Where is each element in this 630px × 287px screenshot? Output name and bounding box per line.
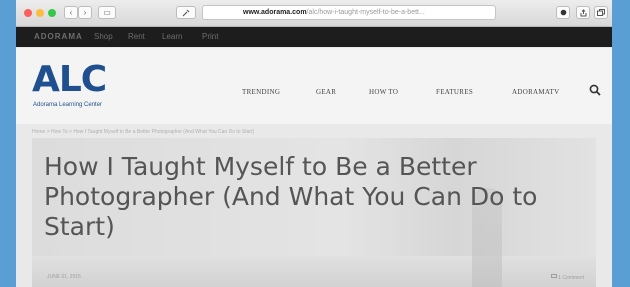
nav-gear[interactable]: GEAR (316, 88, 336, 96)
extensions-button[interactable] (176, 6, 196, 19)
tabs-icon (597, 9, 605, 16)
share-icon (580, 9, 586, 17)
sidebar-toggle-button[interactable]: ▭ (98, 6, 116, 19)
share-button[interactable] (576, 6, 590, 19)
privacy-icon (560, 9, 566, 16)
site-top-link-print[interactable]: Print (202, 27, 218, 47)
site-top-bar: ADORAMA Shop Rent Learn Print (16, 27, 612, 47)
zoom-window-button[interactable] (48, 9, 56, 17)
url-domain: www.adorama.com (243, 9, 307, 16)
nav-how-to[interactable]: HOW TO (369, 88, 398, 96)
wrench-icon (182, 9, 190, 17)
minimize-window-button[interactable] (36, 9, 44, 17)
logo-subtitle: Adorama Learning Center (33, 102, 103, 108)
hero-background (32, 256, 596, 287)
site-top-link-rent[interactable]: Rent (128, 27, 145, 47)
comment-icon (550, 274, 557, 278)
article-hero: How I Taught Myself to Be a Better Photo… (32, 138, 596, 287)
site-top-link-learn[interactable]: Learn (162, 27, 182, 47)
address-bar[interactable]: www.adorama.com/alc/how-i-taught-myself-… (202, 5, 496, 20)
url-path: /alc/how-i-taught-myself-to-be-a-bett... (306, 9, 425, 16)
privacy-button[interactable] (556, 6, 570, 19)
comments-count: 1 Comment (558, 275, 584, 281)
back-button[interactable]: ‹ (64, 6, 78, 19)
nav-trending[interactable]: TRENDING (242, 88, 280, 96)
nav-features[interactable]: FEATURES (436, 88, 473, 96)
alc-logo[interactable]: ALC (32, 62, 107, 98)
nav-adoramatv[interactable]: ADORAMATV (512, 88, 559, 96)
browser-window: ‹ › ▭ www.adorama.com/alc/how-i-taught-m… (16, 0, 612, 287)
breadcrumb: Home > How To > How I Taught Myself to B… (32, 129, 255, 135)
article-title: How I Taught Myself to Be a Better Photo… (44, 152, 538, 241)
site-top-link-shop[interactable]: Shop (94, 27, 113, 47)
browser-toolbar: ‹ › ▭ www.adorama.com/alc/how-i-taught-m… (16, 0, 612, 27)
forward-button[interactable]: › (78, 6, 92, 19)
site-brand-link[interactable]: ADORAMA (34, 27, 83, 47)
article-comments-link[interactable]: 1 Comment (550, 274, 584, 281)
close-window-button[interactable] (24, 9, 32, 17)
search-icon[interactable] (589, 84, 601, 96)
tabs-button[interactable] (594, 6, 608, 19)
article-date: JUNE 01, 2015 (47, 274, 81, 280)
site-header: ALC Adorama Learning Center TRENDING GEA… (16, 48, 612, 124)
